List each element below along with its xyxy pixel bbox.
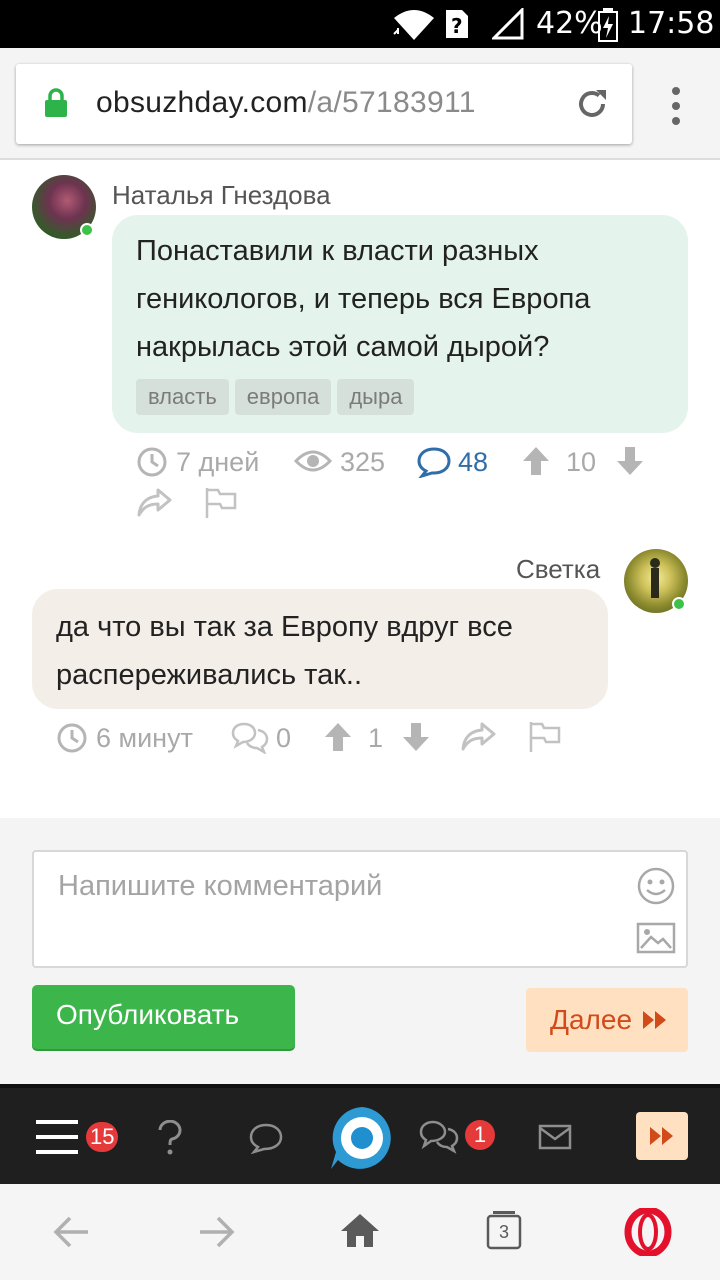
battery-charging-icon: [598, 8, 618, 42]
opera-logo-icon[interactable]: [624, 1208, 672, 1256]
publish-button[interactable]: Опубликовать: [32, 985, 295, 1049]
sim-unknown-icon: ?: [446, 10, 468, 38]
tag-item[interactable]: власть: [136, 379, 229, 415]
url-field[interactable]: obsuzhday.com/a/57183911: [16, 64, 632, 144]
tag-item[interactable]: дыра: [337, 379, 415, 415]
fast-forward-icon: [643, 1011, 666, 1029]
emoji-smiley-icon[interactable]: [636, 866, 676, 906]
online-indicator: [80, 223, 94, 237]
image-attach-icon[interactable]: [636, 922, 676, 954]
url-domain: obsuzhday.com: [96, 86, 308, 119]
battery-percent: 42%: [536, 6, 603, 41]
reload-icon[interactable]: [574, 86, 610, 122]
online-indicator: [672, 597, 686, 611]
browser-address-bar: obsuzhday.com/a/57183911: [0, 48, 720, 160]
help-question-icon[interactable]: [156, 1120, 184, 1156]
chat-bubble-icon[interactable]: [248, 1122, 284, 1154]
forward-arrow-icon[interactable]: [196, 1214, 236, 1250]
next-button[interactable]: Далее: [526, 988, 688, 1052]
reply-bubble-icon[interactable]: [416, 446, 452, 478]
status-bar: ? 42% 17:58: [0, 0, 720, 48]
replies-count[interactable]: 0: [276, 723, 291, 754]
back-arrow-icon[interactable]: [52, 1214, 92, 1250]
menu-notification-badge: 15: [86, 1122, 119, 1152]
comment-input[interactable]: Напишите комментарий: [32, 850, 688, 968]
comment-bubble: Понаставили к власти разных геникологов,…: [112, 215, 688, 433]
more-menu-icon[interactable]: [668, 86, 684, 126]
comment-bubble: да что вы так за Европу вдруг все распер…: [32, 589, 608, 709]
fast-forward-icon: [650, 1127, 673, 1145]
upvote-arrow-icon[interactable]: [324, 722, 352, 752]
site-toolbar: 15 1: [0, 1084, 720, 1184]
replies-count[interactable]: 48: [458, 447, 488, 478]
comment-text: да что вы так за Европу вдруг все распер…: [56, 611, 513, 691]
wifi-icon: [393, 10, 434, 40]
clock-icon: [137, 447, 167, 477]
clock-icon: [57, 723, 87, 753]
next-button-label: Далее: [550, 1004, 633, 1035]
home-icon[interactable]: [340, 1212, 380, 1248]
comment-author[interactable]: Наталья Гнездова: [112, 180, 331, 211]
mail-envelope-icon[interactable]: [538, 1124, 572, 1150]
comment-text: Понаставили к власти разных геникологов,…: [136, 235, 591, 363]
browser-navigation-bar: 3: [0, 1184, 720, 1280]
tabs-count: 3: [498, 1222, 509, 1242]
clock: 17:58: [628, 6, 715, 41]
signal-icon: [492, 8, 524, 40]
site-logo-icon[interactable]: [328, 1104, 396, 1172]
lock-icon: [45, 88, 67, 117]
hamburger-menu-icon[interactable]: [36, 1120, 78, 1154]
comment-placeholder: Напишите комментарий: [58, 870, 383, 902]
messages-notification-badge: 1: [465, 1120, 495, 1150]
share-icon[interactable]: [136, 486, 174, 518]
tag-list: власть европа дыра: [136, 379, 420, 415]
url-text: obsuzhday.com/a/57183911: [96, 86, 476, 120]
downvote-arrow-icon[interactable]: [616, 446, 644, 476]
upvote-count: 1: [368, 723, 384, 753]
views-count: 325: [340, 447, 386, 477]
comment-time: 7 дней: [176, 447, 260, 477]
views-eye-icon: [294, 450, 332, 472]
dialogs-icon[interactable]: [418, 1118, 460, 1154]
comment-author[interactable]: Светка: [516, 554, 600, 585]
replies-icon[interactable]: [230, 720, 270, 754]
next-unread-button[interactable]: [636, 1112, 688, 1160]
report-flag-icon[interactable]: [204, 486, 238, 520]
comment-time: 6 минут: [96, 723, 193, 753]
upvote-arrow-icon[interactable]: [522, 446, 550, 476]
svg-text:?: ?: [451, 14, 463, 38]
report-flag-icon[interactable]: [528, 720, 562, 754]
tag-item[interactable]: европа: [234, 379, 332, 415]
upvote-count: 10: [566, 447, 597, 477]
tabs-button[interactable]: 3: [486, 1210, 522, 1250]
downvote-arrow-icon[interactable]: [402, 722, 430, 752]
share-icon[interactable]: [460, 720, 498, 752]
url-path: /a/57183911: [307, 86, 476, 119]
comment-compose-area: Напишите комментарий Опубликовать Далее: [0, 818, 720, 1084]
